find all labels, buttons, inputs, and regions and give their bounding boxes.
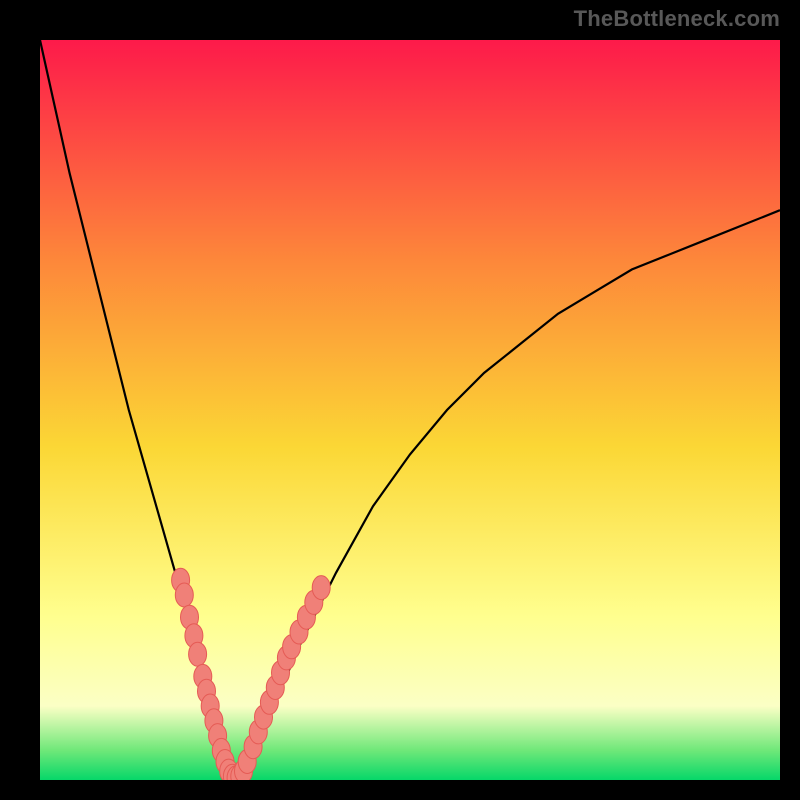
data-marker <box>175 583 193 607</box>
watermark-text: TheBottleneck.com <box>574 6 780 32</box>
plot-area <box>40 40 780 780</box>
chart-container: TheBottleneck.com <box>0 0 800 800</box>
gradient-background <box>40 40 780 780</box>
data-marker <box>312 576 330 600</box>
data-marker <box>189 642 207 666</box>
chart-svg <box>40 40 780 780</box>
